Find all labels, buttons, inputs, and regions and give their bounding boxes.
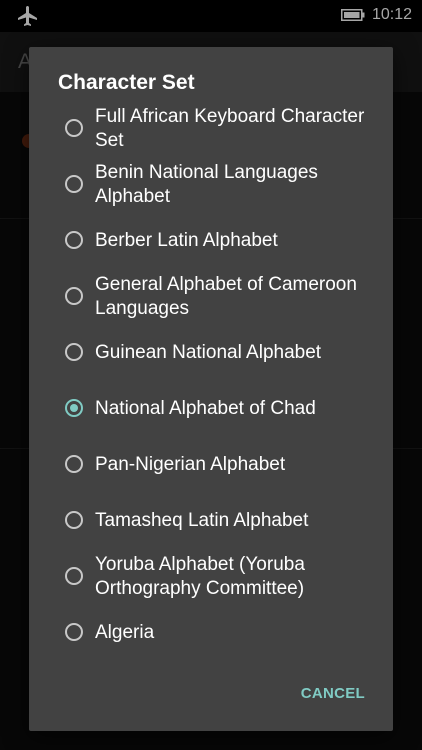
radio-button[interactable] (65, 287, 83, 305)
option-algeria[interactable]: Algeria (29, 607, 393, 659)
option-national-alphabet-chad[interactable]: National Alphabet of Chad (29, 383, 393, 435)
screen: 10:12 A Character Set Full African Keybo… (0, 0, 422, 750)
option-cameroon-languages[interactable]: General Alphabet of Cameroon Languages (29, 271, 393, 325)
option-full-african-keyboard[interactable]: Full African Keyboard Character Set (29, 103, 393, 157)
radio-button[interactable] (65, 343, 83, 361)
option-label: General Alphabet of Cameroon Languages (95, 274, 357, 319)
option-label: Berber Latin Alphabet (95, 230, 278, 251)
option-label: Benin National Languages Alphabet (95, 162, 318, 207)
option-label: Full African Keyboard Character Set (95, 106, 365, 151)
option-pan-nigerian[interactable]: Pan-Nigerian Alphabet (29, 439, 393, 491)
radio-button[interactable] (65, 175, 83, 193)
dialog-title: Character Set (58, 71, 195, 94)
radio-button[interactable] (65, 567, 83, 585)
option-berber-latin[interactable]: Berber Latin Alphabet (29, 215, 393, 267)
radio-button[interactable] (65, 119, 83, 137)
option-tamasheq-latin[interactable]: Tamasheq Latin Alphabet (29, 495, 393, 547)
radio-button-selected[interactable] (65, 399, 83, 417)
option-label: Algeria (95, 622, 155, 643)
radio-button[interactable] (65, 231, 83, 249)
radio-button[interactable] (65, 623, 83, 641)
option-label: Yoruba Alphabet (Yoruba Orthography Comm… (95, 554, 305, 599)
radio-button[interactable] (65, 511, 83, 529)
option-label: National Alphabet of Chad (95, 398, 316, 419)
option-yoruba-alphabet[interactable]: Yoruba Alphabet (Yoruba Orthography Comm… (29, 551, 393, 605)
option-label: Guinean National Alphabet (95, 342, 322, 363)
option-label: Tamasheq Latin Alphabet (95, 510, 309, 531)
option-label: Pan-Nigerian Alphabet (95, 454, 286, 475)
cancel-button[interactable]: CANCEL (301, 685, 365, 702)
option-guinean-national[interactable]: Guinean National Alphabet (29, 327, 393, 379)
radio-button[interactable] (65, 455, 83, 473)
option-benin-national-languages[interactable]: Benin National Languages Alphabet (29, 159, 393, 213)
character-set-dialog: Character Set Full African Keyboard Char… (29, 47, 393, 731)
